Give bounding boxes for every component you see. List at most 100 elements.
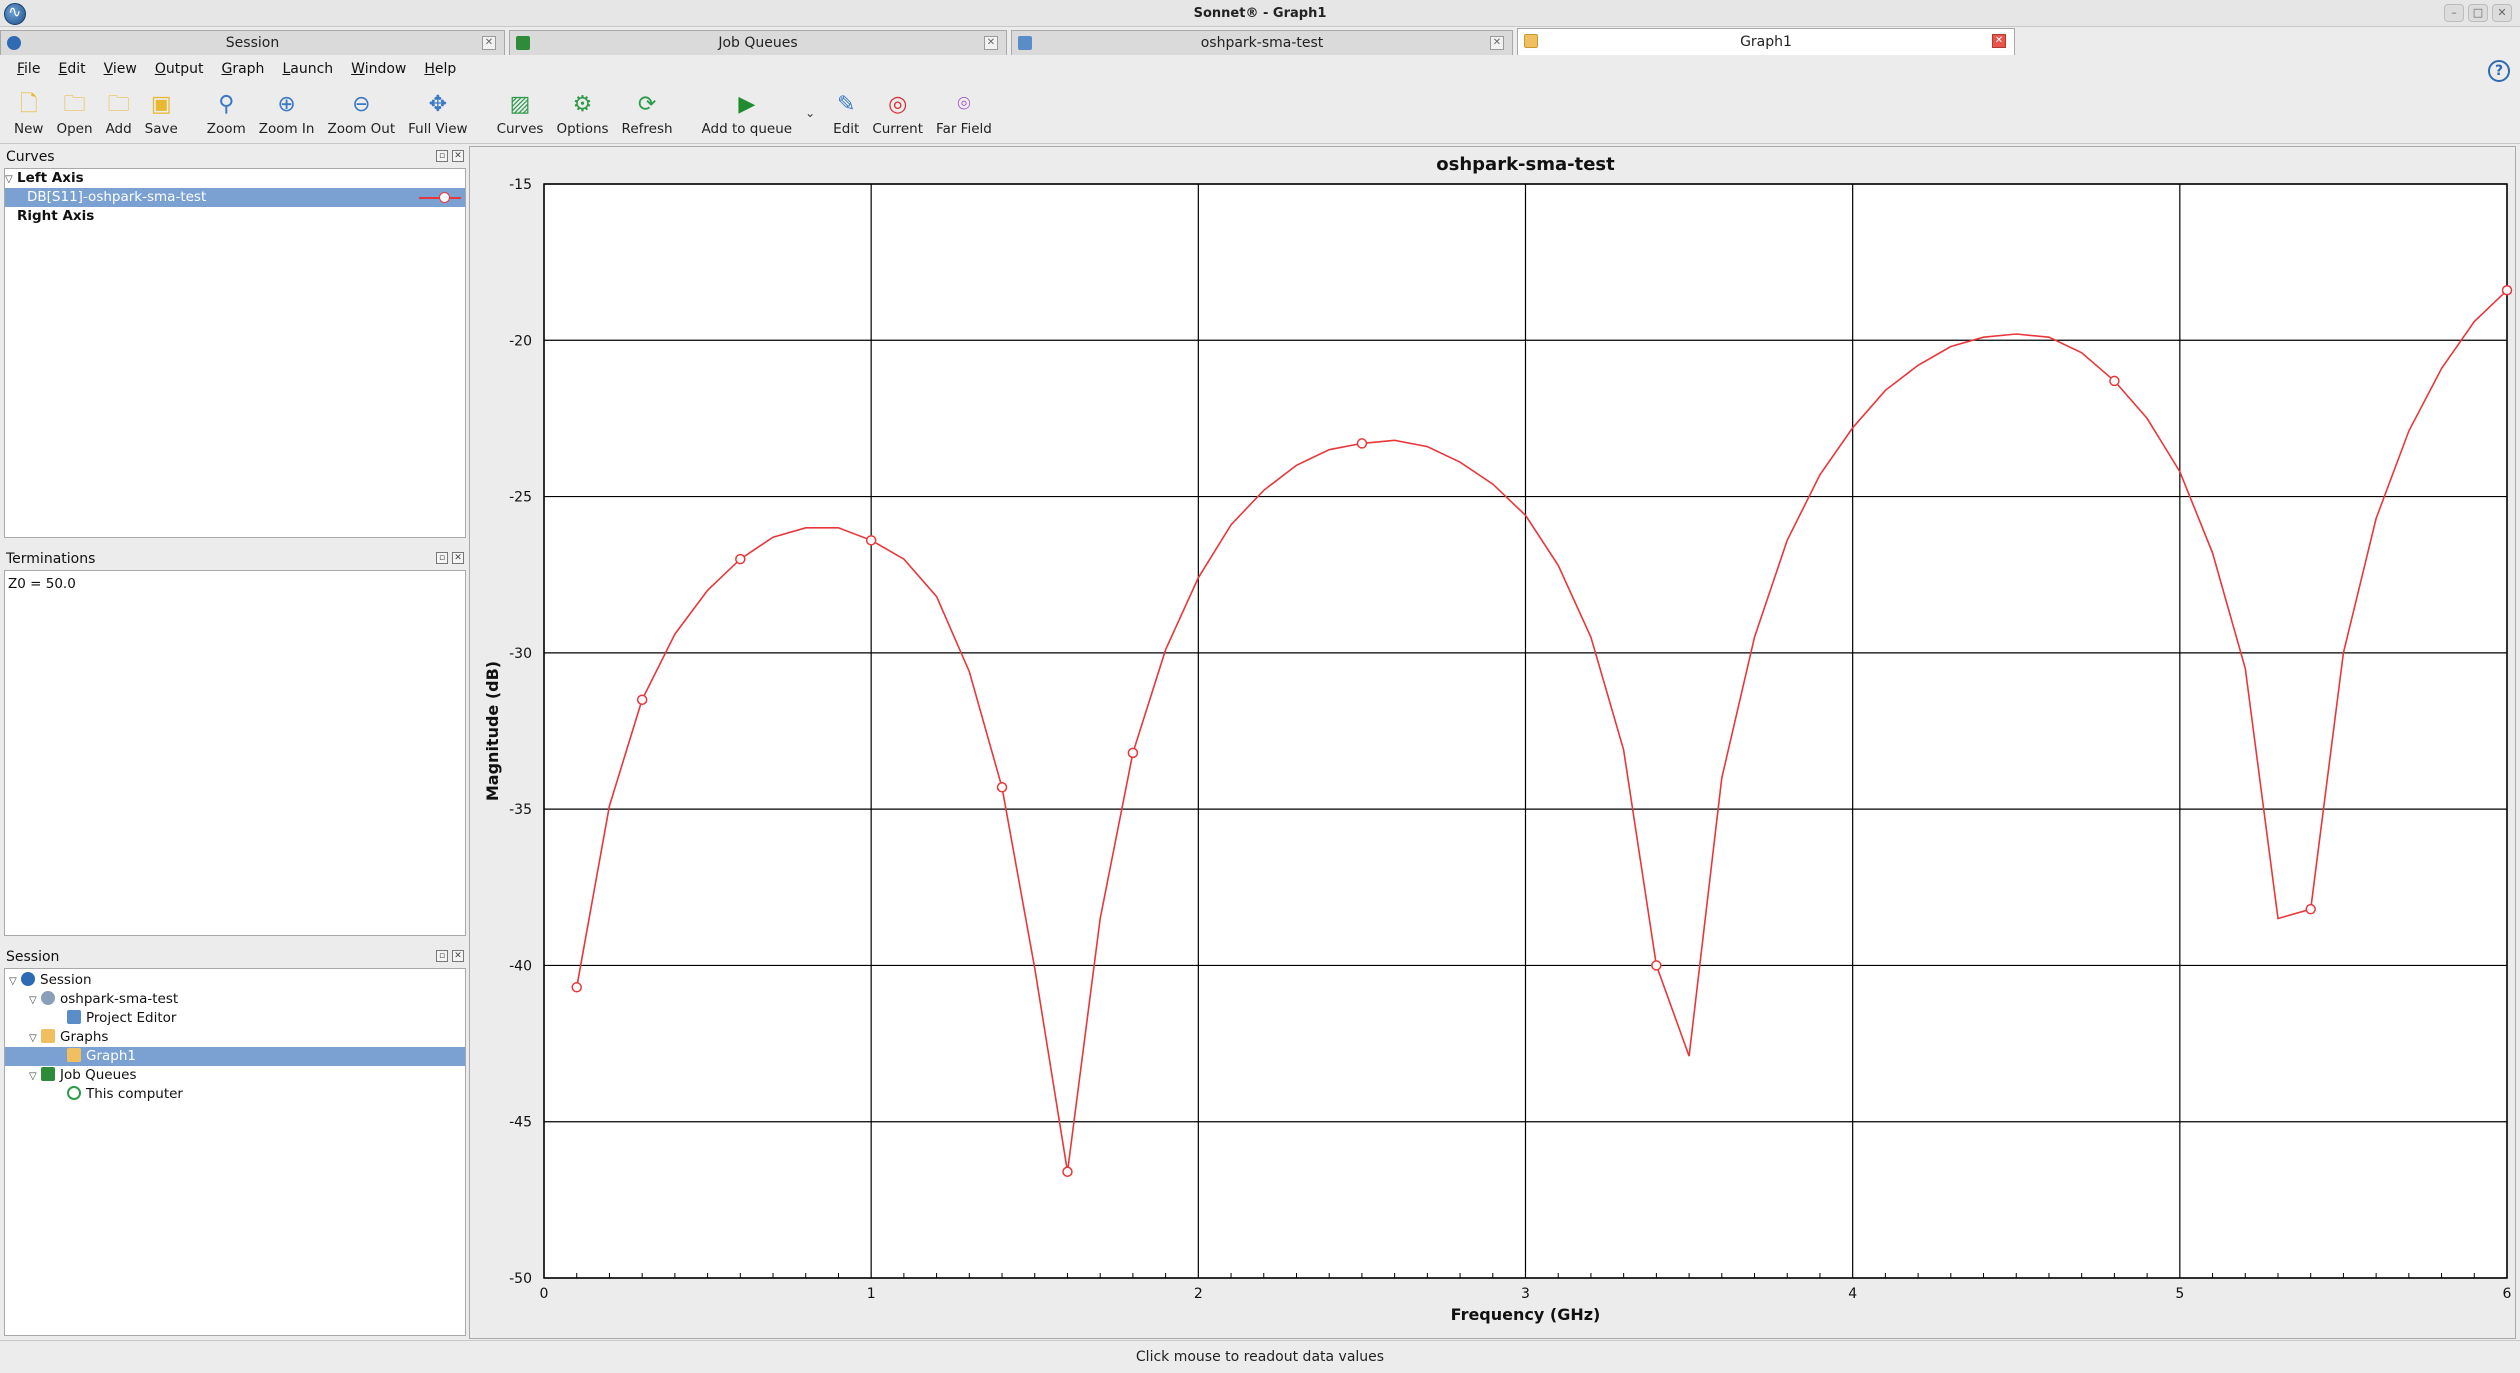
session-panel: Session ▫ ✕ ▽ Session ▽ oshpark-sma-test Pr…	[4, 946, 466, 1338]
edit-project-icon: ✎	[837, 92, 856, 117]
float-panel-icon[interactable]: ▫	[436, 150, 448, 162]
document-tabs: Session ✕ Job Queues ✕ oshpark-sma-test …	[0, 28, 2520, 55]
x-axis-label: Frequency (GHz)	[1451, 1305, 1601, 1324]
data-point-marker	[636, 694, 648, 705]
zoom-out-icon: ⊖	[352, 92, 371, 117]
y-tick-label: -45	[509, 1115, 532, 1131]
close-icon[interactable]: ✕	[984, 36, 998, 50]
open-button[interactable]: 🗀 Open	[56, 84, 92, 137]
full-view-button[interactable]: ✥ Full View	[408, 84, 467, 137]
menu-window[interactable]: Window	[342, 61, 415, 77]
tree-node-this-computer[interactable]: This computer	[5, 1085, 465, 1104]
right-axis-node[interactable]: Right Axis	[5, 207, 465, 226]
y-tick-label: -35	[509, 802, 532, 818]
add-button[interactable]: 🗀 Add	[106, 84, 132, 137]
expand-triangle-icon[interactable]: ▽	[9, 972, 21, 991]
menu-output[interactable]: Output	[146, 61, 213, 77]
em-queue-icon	[41, 1067, 55, 1081]
s11-graph[interactable]: 0 1 2 3 4 5 6 -15 -20 -25 -30 -35 -40 -45 -50 oshpark-s…	[470, 147, 2515, 1338]
close-icon[interactable]: ✕	[1992, 34, 2006, 48]
data-point-marker	[2501, 285, 2513, 296]
menu-launch[interactable]: Launch	[273, 61, 342, 77]
panel-title: Session	[6, 949, 60, 965]
x-tick-label: 4	[1848, 1286, 1857, 1302]
y-tick-label: -20	[509, 333, 532, 349]
data-point-marker	[1651, 960, 1662, 971]
minimize-button[interactable]: –	[2444, 4, 2464, 22]
menu-edit[interactable]: Edit	[49, 61, 94, 77]
close-window-button[interactable]: ✕	[2492, 4, 2512, 22]
project-globe-icon	[41, 991, 55, 1005]
tab-graph1[interactable]: Graph1 ✕	[1517, 28, 2015, 55]
tab-job-queues[interactable]: Job Queues ✕	[509, 30, 1007, 55]
tree-node-session[interactable]: ▽ Session	[5, 971, 465, 990]
graph-area[interactable]: 0 1 2 3 4 5 6 -15 -20 -25 -30 -35 -40 -45 -50 oshpark-s…	[469, 146, 2516, 1339]
close-panel-icon[interactable]: ✕	[452, 950, 464, 962]
expand-triangle-icon[interactable]: ▽	[5, 170, 17, 189]
add-folder-icon: 🗀	[107, 92, 130, 117]
menu-view[interactable]: View	[95, 61, 146, 77]
chevron-down-icon[interactable]: ⌄	[805, 106, 815, 120]
tree-node-job-queues[interactable]: ▽ Job Queues	[5, 1066, 465, 1085]
left-axis-node[interactable]: ▽ Left Axis	[5, 169, 465, 188]
tab-project[interactable]: oshpark-sma-test ✕	[1011, 30, 1513, 55]
status-text: Click mouse to readout data values	[1135, 1349, 1385, 1365]
current-button[interactable]: ◎ Current	[872, 84, 923, 137]
window-controls: – □ ✕	[2444, 4, 2512, 22]
add-to-queue-button[interactable]: ▶ Add to queue	[702, 84, 793, 137]
refresh-button[interactable]: ⟳ Refresh	[622, 84, 673, 137]
data-point-marker	[1127, 747, 1139, 759]
expand-triangle-icon[interactable]: ▽	[29, 1067, 41, 1086]
tree-node-graph1[interactable]: Graph1	[5, 1047, 465, 1066]
maximize-button[interactable]: □	[2468, 4, 2488, 22]
tab-session[interactable]: Session ✕	[0, 30, 505, 55]
graphs-folder-icon	[41, 1029, 55, 1043]
tree-node-graphs[interactable]: ▽ Graphs	[5, 1028, 465, 1047]
close-icon[interactable]: ✕	[482, 36, 496, 50]
curve-item[interactable]: DB[S11]-oshpark-sma-test	[5, 188, 465, 207]
menu-graph[interactable]: Graph	[212, 61, 273, 77]
open-folder-icon: 🗀	[63, 92, 86, 117]
window-title: Sonnet® - Graph1	[1193, 5, 1327, 21]
curve-marker-circle-icon	[439, 192, 450, 203]
y-tick-label: -30	[509, 646, 532, 662]
y-tick-label: -25	[509, 490, 532, 506]
new-file-icon: 🗋	[19, 92, 38, 117]
em-queue-icon	[516, 36, 530, 50]
project-editor-icon	[1018, 36, 1032, 50]
edit-button[interactable]: ✎ Edit	[833, 84, 859, 137]
float-panel-icon[interactable]: ▫	[436, 552, 448, 564]
data-point-marker	[996, 782, 1008, 793]
zoom-in-icon: ⊕	[277, 92, 296, 117]
menu-file[interactable]: File	[8, 61, 49, 77]
zoom-in-button[interactable]: ⊕ Zoom In	[259, 84, 315, 137]
float-panel-icon[interactable]: ▫	[436, 950, 448, 962]
zoom-out-button[interactable]: ⊖ Zoom Out	[327, 84, 395, 137]
tree-node-project[interactable]: ▽ oshpark-sma-test	[5, 990, 465, 1009]
save-icon: ▣	[150, 92, 172, 117]
sonnet-app-icon[interactable]	[4, 2, 26, 25]
zoom-button[interactable]: ⚲ Zoom	[207, 84, 246, 137]
panel-title: Terminations	[6, 551, 96, 567]
x-tick-label: 6	[2503, 1286, 2512, 1302]
new-button[interactable]: 🗋 New	[14, 84, 43, 137]
terminations-panel: Terminations ▫ ✕ Z0 = 50.0	[4, 548, 466, 938]
help-icon[interactable]: ?	[2488, 60, 2510, 82]
tab-label: Graph1	[1740, 34, 1792, 50]
options-button[interactable]: ⚙ Options	[556, 84, 608, 137]
save-button[interactable]: ▣ Save	[145, 84, 178, 137]
data-point-marker	[865, 535, 877, 546]
far-field-button[interactable]: ⌾ Far Field	[936, 84, 992, 137]
close-panel-icon[interactable]: ✕	[452, 150, 464, 162]
data-point-marker	[1356, 438, 1368, 449]
close-panel-icon[interactable]: ✕	[452, 552, 464, 564]
expand-triangle-icon[interactable]: ▽	[29, 991, 41, 1010]
curves-button[interactable]: ▨ Curves	[497, 84, 544, 137]
tree-node-project-editor[interactable]: Project Editor	[5, 1009, 465, 1028]
y-tick-label: -15	[509, 177, 532, 193]
expand-triangle-icon[interactable]: ▽	[29, 1029, 41, 1048]
menu-help[interactable]: Help	[415, 61, 465, 77]
tab-label: Job Queues	[718, 35, 798, 51]
x-tick-label: 3	[1521, 1286, 1530, 1302]
close-icon[interactable]: ✕	[1490, 36, 1504, 50]
